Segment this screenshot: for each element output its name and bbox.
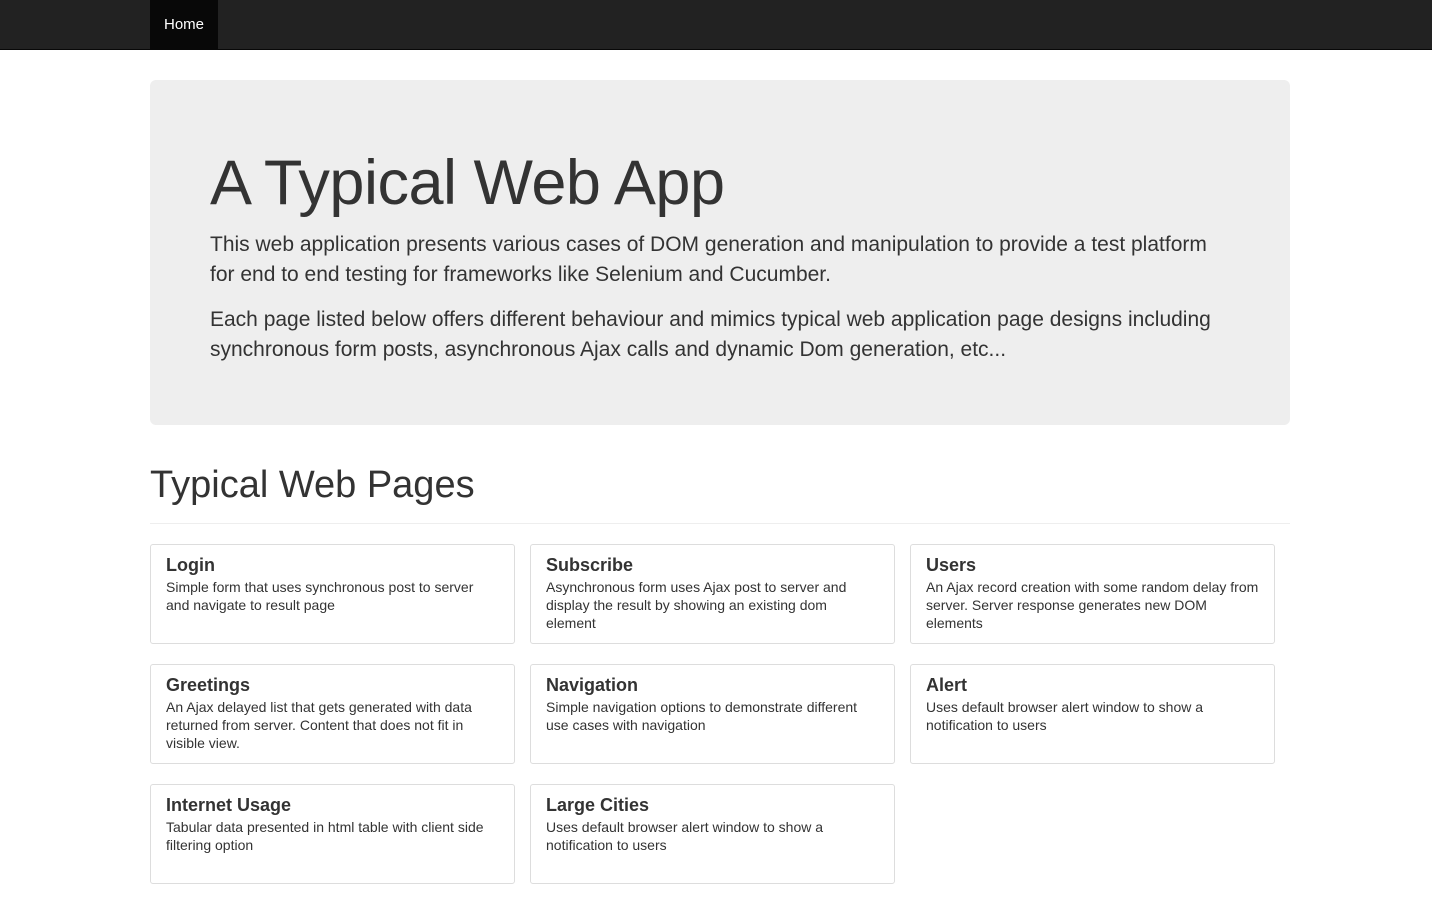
card-description: An Ajax record creation with some random…	[926, 579, 1259, 631]
card-title: Alert	[926, 675, 968, 695]
card-subscribe[interactable]: Subscribe Asynchronous form uses Ajax po…	[530, 544, 895, 644]
card-title: Internet Usage	[166, 795, 292, 815]
card-title: Login	[166, 555, 215, 575]
card-login[interactable]: Login Simple form that uses synchronous …	[150, 544, 515, 644]
section-title: Typical Web Pages	[150, 464, 475, 506]
card-users[interactable]: Users An Ajax record creation with some …	[910, 544, 1275, 644]
top-navbar: Home	[0, 0, 1432, 50]
card-title: Navigation	[546, 675, 639, 695]
section-header: Typical Web Pages	[150, 462, 1290, 524]
card-title: Users	[926, 555, 977, 575]
card-description: An Ajax delayed list that gets generated…	[166, 699, 472, 751]
card-description: Simple form that uses synchronous post t…	[166, 579, 474, 613]
card-greetings[interactable]: Greetings An Ajax delayed list that gets…	[150, 664, 515, 764]
jumbotron: A Typical Web App This web application p…	[150, 80, 1290, 425]
jumbotron-title: A Typical Web App	[210, 148, 725, 218]
card-title: Large Cities	[546, 795, 650, 815]
jumbotron-description-paragraph: Each page listed below offers different …	[210, 308, 1211, 361]
card-navigation[interactable]: Navigation Simple navigation options to …	[530, 664, 895, 764]
card-large-cities[interactable]: Large Cities Uses default browser alert …	[530, 784, 895, 884]
card-description: Uses default browser alert window to sho…	[546, 819, 824, 853]
card-description: Uses default browser alert window to sho…	[926, 699, 1204, 733]
card-description: Simple navigation options to demonstrate…	[546, 699, 858, 733]
card-title: Subscribe	[546, 555, 634, 575]
card-description: Tabular data presented in html table wit…	[166, 819, 484, 853]
jumbotron-intro-paragraph: This web application presents various ca…	[210, 233, 1207, 286]
card-title: Greetings	[166, 675, 251, 695]
nav-item-home[interactable]: Home	[150, 0, 218, 50]
card-description: Asynchronous form uses Ajax post to serv…	[546, 579, 847, 631]
card-internet-usage[interactable]: Internet Usage Tabular data presented in…	[150, 784, 515, 884]
card-alert[interactable]: Alert Uses default browser alert window …	[910, 664, 1275, 764]
